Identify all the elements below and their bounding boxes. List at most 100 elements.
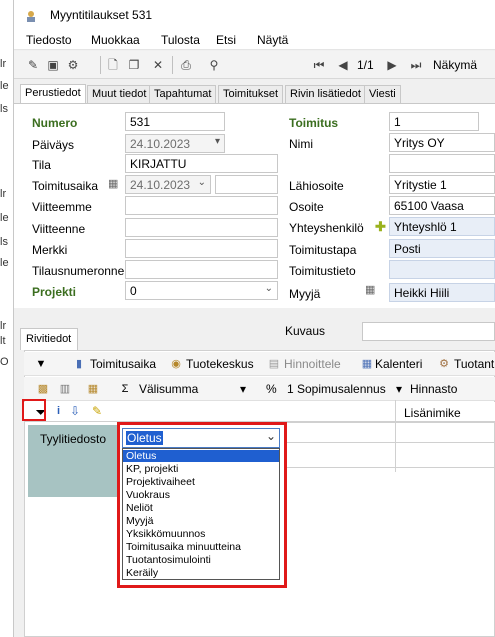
sort-down-icon[interactable]: ⇩	[70, 404, 80, 418]
style-option[interactable]: Tuotantosimulointi	[123, 554, 279, 566]
toimitusaika-field[interactable]: 24.10.2023 ⌄	[125, 175, 211, 194]
style-option[interactable]: Vuokraus	[123, 489, 279, 501]
tuotekeskus-button[interactable]: Tuotekeskus	[186, 357, 254, 371]
chevron-down-icon[interactable]: ⌄	[263, 429, 279, 447]
stock-icon[interactable]: ▩	[36, 382, 50, 396]
tab-muut-tiedot[interactable]: Muut tiedot	[87, 85, 152, 103]
rows-toolbar-2: ▩ ▥ ▦ Σ Välisumma ▾ % 1 Sopimusalennus ▾…	[24, 377, 495, 401]
search-icon[interactable]: ⚲	[207, 58, 221, 72]
tab-rivin-lisatiedot[interactable]: Rivin lisätiedot	[285, 85, 366, 103]
product-center-icon: ◉	[171, 358, 181, 370]
style-option[interactable]: Yksikkömuunnos	[123, 528, 279, 540]
lahiosoite-field[interactable]: Yritystie 1	[389, 175, 495, 194]
chevron-down-icon[interactable]: ▾	[396, 382, 402, 396]
nimi-extra-field[interactable]	[389, 154, 495, 173]
sopimusalennus-select[interactable]: 1 Sopimusalennus	[287, 382, 386, 396]
osoite-field[interactable]: 65100 Vaasa	[389, 196, 495, 215]
pencil-icon[interactable]: ✎	[92, 404, 102, 418]
view-label[interactable]: Näkymä	[433, 58, 477, 72]
chevron-down-icon[interactable]: ⌄	[265, 283, 273, 294]
grid-icon[interactable]: ▦	[86, 382, 100, 396]
viitteenne-field[interactable]	[125, 218, 278, 237]
nimi-field[interactable]: Yritys OY	[389, 133, 495, 152]
tila-label: Tila	[32, 158, 51, 172]
kuvaus-label: Kuvaus	[285, 324, 326, 338]
numero-label: Numero	[32, 116, 78, 130]
toimitustapa-field[interactable]: Posti	[389, 239, 495, 258]
pricing-icon: ▤	[268, 358, 280, 370]
percent-button[interactable]: %	[266, 382, 277, 396]
tab-tapahtumat[interactable]: Tapahtumat	[149, 85, 217, 103]
yhteyshenkilo-label: Yhteyshenkilö	[289, 221, 364, 235]
filter-icon[interactable]: ▼	[34, 357, 48, 371]
copy-icon[interactable]: ❐	[127, 58, 141, 72]
toimitusaika-button[interactable]: Toimitusaika	[90, 357, 156, 371]
highlight-box	[22, 399, 46, 421]
hinnoittele-button[interactable]: Hinnoittele	[284, 357, 341, 371]
menu-tulosta[interactable]: Tulosta	[161, 33, 200, 47]
style-option[interactable]: Projektivaiheet	[123, 476, 279, 488]
toimitusaika-time-field[interactable]	[215, 175, 278, 194]
title-bar[interactable]: Myyntitilaukset 531	[14, 0, 495, 30]
menu-tiedosto[interactable]: Tiedosto	[26, 33, 72, 47]
style-dropdown-list: Oletus KP, projekti Projektivaiheet Vuok…	[122, 448, 280, 580]
add-contact-icon[interactable]: ✚	[375, 219, 386, 235]
kalenteri-button[interactable]: Kalenteri	[375, 357, 422, 371]
calendar-icon[interactable]: ▦	[108, 177, 118, 190]
menu-nayta[interactable]: Näytä	[257, 33, 288, 47]
merkki-field[interactable]	[125, 239, 278, 258]
next-record-icon[interactable]: ▶	[385, 58, 399, 72]
style-option[interactable]: Keräily	[123, 567, 279, 579]
seller-lookup-icon[interactable]: ▦	[365, 283, 375, 296]
toimitustieto-field[interactable]	[389, 260, 495, 279]
hinnasto-select[interactable]: Hinnasto	[410, 382, 457, 396]
tilausnumeronne-field[interactable]	[125, 260, 278, 279]
myyja-field[interactable]: Heikki Hiili	[389, 283, 495, 302]
kuvaus-field[interactable]	[362, 322, 495, 341]
yhteyshenkilo-field[interactable]: Yhteyshlö 1	[389, 217, 495, 236]
document-icon[interactable]: ▥	[58, 382, 72, 396]
window-title: Myyntitilaukset 531	[50, 8, 153, 22]
tab-rivitiedot[interactable]: Rivitiedot	[20, 328, 78, 350]
last-record-icon[interactable]: ⏭	[409, 58, 423, 72]
style-option[interactable]: Neliöt	[123, 502, 279, 514]
lisanimike-column-header[interactable]: Lisänimike	[404, 406, 461, 420]
tab-toimitukset[interactable]: Toimitukset	[218, 85, 284, 103]
tab-viesti[interactable]: Viesti	[364, 85, 401, 103]
background-window-strip: lr le ls lr le ls le lr lt O	[0, 0, 14, 637]
info-icon[interactable]: i	[57, 405, 60, 417]
delete-icon[interactable]: ✕	[151, 58, 165, 72]
menu-muokkaa[interactable]: Muokkaa	[91, 33, 140, 47]
style-option[interactable]: Myyjä	[123, 515, 279, 527]
print-icon[interactable]: ⎙	[179, 58, 193, 72]
strip-text: lr	[0, 188, 7, 200]
style-option[interactable]: KP, projekti	[123, 463, 279, 475]
chevron-down-icon[interactable]: ▾	[240, 382, 246, 396]
calendar-dropdown-icon[interactable]: ▾	[215, 136, 220, 147]
save-icon[interactable]: ▣	[46, 58, 60, 72]
style-option[interactable]: Toimitusaika minuutteina	[123, 541, 279, 553]
tab-perustiedot[interactable]: Perustiedot	[20, 84, 86, 103]
tools-dropdown-icon[interactable]: ⚙	[66, 58, 80, 72]
tuotanto-button[interactable]: Tuotant	[454, 357, 494, 371]
menu-bar: Tiedosto Muokkaa Tulosta Etsi Näytä	[14, 30, 495, 50]
toolbar-separator	[100, 56, 101, 74]
previous-record-icon[interactable]: ◀	[336, 58, 350, 72]
paivays-field[interactable]: 24.10.2023 ▾	[125, 134, 225, 153]
toimitus-label: Toimitus	[289, 116, 339, 130]
style-combobox-value: Oletus	[126, 431, 163, 445]
edit-icon[interactable]: ✎	[26, 58, 40, 72]
style-option[interactable]: Oletus	[123, 450, 279, 462]
new-document-icon[interactable]: 🗋	[106, 58, 120, 72]
toimitus-field[interactable]: 1	[389, 112, 479, 131]
valisumma-select[interactable]: Välisumma	[139, 382, 198, 396]
numero-field[interactable]: 531	[125, 112, 225, 131]
viitteemme-field[interactable]	[125, 196, 278, 215]
first-record-icon[interactable]: ⏮	[312, 58, 326, 72]
chevron-down-icon[interactable]: ⌄	[198, 177, 206, 188]
tila-field[interactable]: KIRJATTU	[125, 154, 278, 173]
app-icon	[27, 11, 35, 22]
menu-etsi[interactable]: Etsi	[216, 33, 236, 47]
column-divider	[395, 400, 396, 422]
projekti-select[interactable]: 0 ⌄	[125, 281, 278, 300]
